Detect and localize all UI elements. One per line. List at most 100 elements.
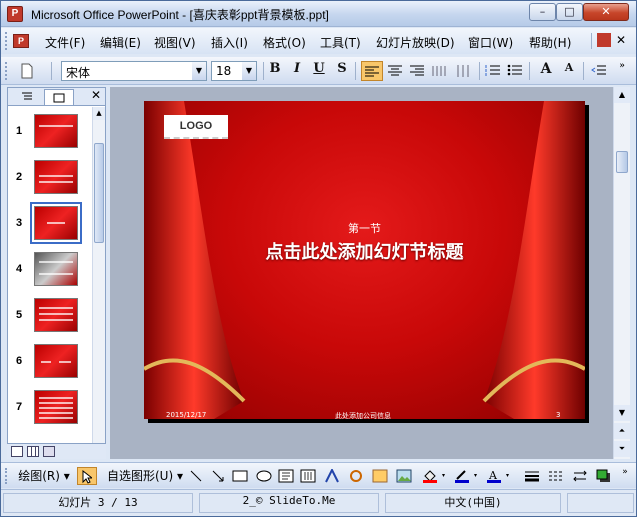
vertical-text-button[interactable] (453, 61, 473, 81)
slide-editing-area[interactable]: LOGO 第一节 点击此处添加幻灯节标题 2015/12/17 此处添加公司信息… (110, 87, 614, 459)
slide-thumbnail-image[interactable] (30, 202, 82, 244)
slide-date[interactable]: 2015/12/17 (166, 411, 206, 419)
menu-slideshow[interactable]: 幻灯片放映(D) (376, 34, 455, 51)
shrink-font-button[interactable]: A (559, 61, 579, 81)
menu-view[interactable]: 视图(V) (154, 34, 196, 51)
next-slide-icon[interactable]: ⏷ (614, 441, 630, 457)
font-size-select[interactable]: 18 ▼ (211, 61, 257, 81)
toolbar-grip-icon[interactable] (5, 62, 8, 80)
decrease-indent-button[interactable] (589, 61, 609, 81)
toolbar-options-icon[interactable]: » (615, 61, 629, 81)
font-name-select[interactable]: 宋体 ▼ (61, 61, 207, 81)
numbering-button[interactable] (483, 61, 503, 81)
arrow-button[interactable] (209, 467, 227, 485)
menu-window[interactable]: 窗口(W) (468, 34, 513, 51)
scrollbar-thumb[interactable] (616, 151, 628, 173)
distribute-button[interactable] (429, 61, 449, 81)
clipart-button[interactable] (371, 467, 389, 485)
insert-picture-button[interactable] (395, 467, 413, 485)
slide-sorter-view-icon[interactable] (27, 446, 39, 457)
scroll-up-icon[interactable]: ▲ (93, 107, 105, 120)
slide-scrollbar[interactable]: ▲ ▼ ⏶ ⏷ (613, 87, 630, 459)
scrollbar-thumb[interactable] (94, 143, 104, 243)
menu-edit[interactable]: 编辑(E) (100, 34, 141, 51)
maximize-button[interactable]: □ (556, 3, 583, 21)
tab-outline[interactable] (12, 89, 42, 105)
slide-thumbnail[interactable]: 5 (8, 296, 91, 336)
powerpoint-app-icon[interactable]: P (7, 6, 23, 22)
slide-logo[interactable]: LOGO (164, 115, 228, 139)
bullets-button[interactable] (505, 61, 525, 81)
slide-thumbnail-image[interactable] (34, 344, 78, 378)
design-template-status[interactable]: 2_© SlideTo.Me (199, 493, 379, 513)
grow-font-button[interactable]: A (535, 61, 557, 81)
align-left-button[interactable] (361, 61, 383, 81)
current-slide[interactable]: LOGO 第一节 点击此处添加幻灯节标题 2015/12/17 此处添加公司信息… (144, 101, 585, 421)
slide-thumbnail[interactable]: 3 (8, 202, 91, 244)
slide-thumbnail-image[interactable] (34, 114, 78, 148)
menu-file[interactable]: 文件(F) (45, 34, 85, 51)
menu-grip-icon[interactable] (5, 32, 8, 50)
textbox-button[interactable] (277, 467, 295, 485)
rectangle-button[interactable] (231, 467, 249, 485)
slide-thumbnail[interactable]: 6 (8, 342, 91, 382)
thumbnail-scrollbar[interactable]: ▲ ▼ (92, 107, 105, 458)
line-color-button[interactable] (453, 467, 481, 485)
scroll-down-icon[interactable]: ▼ (614, 405, 630, 421)
toolbar-options-icon[interactable]: » (619, 467, 631, 485)
chevron-down-icon[interactable]: ▼ (242, 62, 256, 80)
underline-button[interactable]: U (309, 61, 329, 81)
chevron-down-icon[interactable]: ▼ (192, 62, 206, 80)
slide-thumbnail-image[interactable] (34, 298, 78, 332)
menu-help[interactable]: 帮助(H) (529, 34, 571, 51)
new-document-button[interactable] (17, 61, 37, 81)
fill-color-button[interactable] (421, 467, 449, 485)
previous-slide-icon[interactable]: ⏶ (614, 423, 630, 439)
italic-button[interactable]: I (287, 61, 307, 81)
draw-menu-button[interactable]: 绘图(R) ▾ (13, 467, 75, 485)
tab-slides[interactable] (44, 89, 74, 105)
slide-thumbnail-image[interactable] (34, 160, 78, 194)
align-right-button[interactable] (407, 61, 427, 81)
close-document-icon[interactable] (597, 33, 611, 47)
arrow-style-button[interactable] (571, 467, 589, 485)
slide-title[interactable]: 点击此处添加幻灯节标题 (144, 238, 585, 264)
menu-format[interactable]: 格式(O) (263, 34, 306, 51)
slide-thumbnail[interactable]: 4 (8, 250, 91, 290)
new-document-icon (21, 63, 33, 79)
normal-view-icon[interactable] (11, 446, 23, 457)
diagram-button[interactable] (347, 467, 365, 485)
slide-thumbnail[interactable]: 1 (8, 112, 91, 152)
pane-close-icon[interactable]: ✕ (91, 88, 101, 102)
select-objects-button[interactable] (77, 467, 97, 485)
wordart-button[interactable] (323, 467, 341, 485)
vertical-textbox-button[interactable] (299, 467, 317, 485)
minimize-button[interactable]: – (529, 3, 556, 21)
pointer-icon (82, 469, 94, 484)
slide-thumbnail-image[interactable] (34, 252, 78, 286)
bold-button[interactable]: B (265, 61, 285, 81)
oval-button[interactable] (255, 467, 273, 485)
slide-section-label[interactable]: 第一节 (144, 220, 585, 236)
align-center-button[interactable] (385, 61, 405, 81)
menu-tools[interactable]: 工具(T) (320, 34, 361, 51)
scroll-up-icon[interactable]: ▲ (614, 87, 630, 103)
line-button[interactable] (187, 467, 205, 485)
slide-thumbnail[interactable]: 7 (8, 388, 91, 428)
slide-thumbnail[interactable]: 2 (8, 158, 91, 198)
slide-page-number[interactable]: 3 (556, 411, 560, 419)
slide-thumbnail-image[interactable] (34, 390, 78, 424)
toolbar-grip-icon[interactable] (5, 468, 8, 484)
dash-style-button[interactable] (547, 467, 565, 485)
slide-footer[interactable]: 此处添加公司信息 (335, 411, 391, 421)
document-icon[interactable]: P (13, 34, 29, 48)
shadow-style-button[interactable] (595, 467, 613, 485)
shadow-button[interactable]: S (332, 61, 352, 81)
close-window-icon[interactable]: ✕ (616, 33, 626, 47)
slideshow-view-icon[interactable] (43, 446, 55, 457)
line-style-button[interactable] (523, 467, 541, 485)
font-color-button[interactable]: A (485, 467, 513, 485)
close-button[interactable]: ✕ (583, 3, 629, 21)
menu-insert[interactable]: 插入(I) (211, 34, 248, 51)
autoshapes-button[interactable]: 自选图形(U) ▾ (105, 467, 185, 485)
